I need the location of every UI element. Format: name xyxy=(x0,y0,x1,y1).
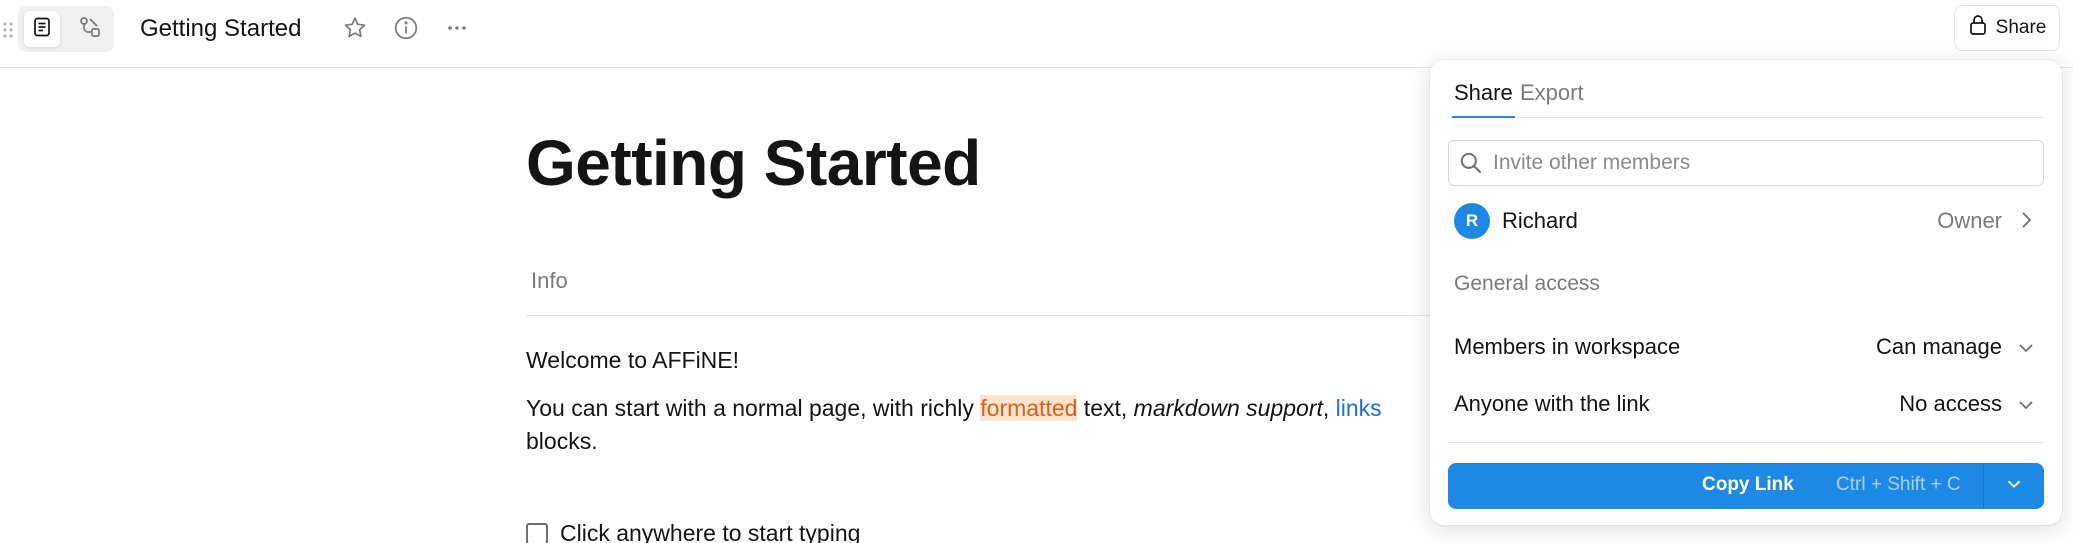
welcome-paragraph[interactable]: Welcome to AFFiNE! xyxy=(526,344,739,376)
text-run: You can start with a normal page, with r… xyxy=(526,395,981,421)
share-tabs: Share Export xyxy=(1448,60,2044,118)
share-button-label: Share xyxy=(1995,17,2047,38)
intro-paragraph-line1[interactable]: You can start with a normal page, with r… xyxy=(526,392,1382,424)
todo-checkbox[interactable] xyxy=(526,522,548,543)
favorite-button[interactable] xyxy=(337,12,373,48)
doc-info-button[interactable] xyxy=(388,12,424,48)
doc-info-row[interactable]: Info xyxy=(526,258,1486,316)
divider xyxy=(1448,442,2044,443)
access-row-link[interactable]: Anyone with the link No access xyxy=(1454,387,2038,421)
chevron-down-icon xyxy=(2003,473,2025,500)
top-bar: Getting Started Share xyxy=(0,0,2073,68)
highlighted-text: formatted xyxy=(980,395,1078,421)
text-run: , xyxy=(1322,395,1336,421)
search-icon xyxy=(1457,149,1485,177)
member-name: Richard xyxy=(1502,208,1578,233)
share-popover: Share Export R Richard Owner General acc… xyxy=(1430,60,2062,525)
inline-link[interactable]: links xyxy=(1336,395,1382,421)
general-access-label: General access xyxy=(1454,272,1600,295)
member-row[interactable]: R Richard Owner xyxy=(1454,202,2038,240)
chevron-down-icon[interactable] xyxy=(2014,393,2038,417)
edgeless-mode-button[interactable] xyxy=(72,11,108,47)
more-button[interactable] xyxy=(439,12,475,48)
todo-item[interactable]: Click anywhere to start typing xyxy=(526,520,860,543)
italic-text: markdown support xyxy=(1133,395,1323,421)
tab-export[interactable]: Export xyxy=(1520,80,1584,118)
tab-share[interactable]: Share xyxy=(1452,80,1515,118)
star-icon xyxy=(342,15,368,46)
todo-text: Click anywhere to start typing xyxy=(560,520,861,543)
access-level-select[interactable]: Can manage xyxy=(1876,334,2002,360)
access-row-label: Anyone with the link xyxy=(1454,391,1650,416)
lock-icon xyxy=(1968,14,1988,42)
copy-link-button-group: Copy Link Ctrl + Shift + C xyxy=(1448,463,2044,509)
info-label: Info xyxy=(531,268,568,293)
page-mode-button[interactable] xyxy=(24,11,60,47)
doc-title[interactable]: Getting Started xyxy=(140,14,301,44)
edgeless-icon xyxy=(78,15,102,44)
avatar: R xyxy=(1454,203,1490,239)
share-button[interactable]: Share xyxy=(1954,5,2060,51)
text-run: text, xyxy=(1077,395,1134,421)
access-level-select[interactable]: No access xyxy=(1899,391,2002,417)
mode-switch xyxy=(18,6,114,52)
copy-link-label: Copy Link xyxy=(1702,474,1794,495)
chevron-down-icon[interactable] xyxy=(2014,336,2038,360)
invite-members-field[interactable] xyxy=(1448,140,2044,186)
intro-paragraph-line2[interactable]: blocks. xyxy=(526,425,598,457)
more-icon xyxy=(445,16,469,45)
page-heading[interactable]: Getting Started xyxy=(526,124,981,202)
copy-link-button[interactable]: Copy Link Ctrl + Shift + C xyxy=(1448,463,1983,509)
member-role: Owner xyxy=(1937,208,2002,233)
chevron-right-icon[interactable] xyxy=(2014,208,2038,232)
page-icon xyxy=(31,16,53,43)
access-row-label: Members in workspace xyxy=(1454,334,1681,359)
info-icon xyxy=(393,15,419,46)
access-row-workspace[interactable]: Members in workspace Can manage xyxy=(1454,330,2038,364)
copy-options-dropdown[interactable] xyxy=(1984,463,2044,509)
copy-link-shortcut: Ctrl + Shift + C xyxy=(1836,474,1961,495)
drag-handle-icon[interactable] xyxy=(2,20,14,40)
invite-members-input[interactable] xyxy=(1493,151,2033,175)
